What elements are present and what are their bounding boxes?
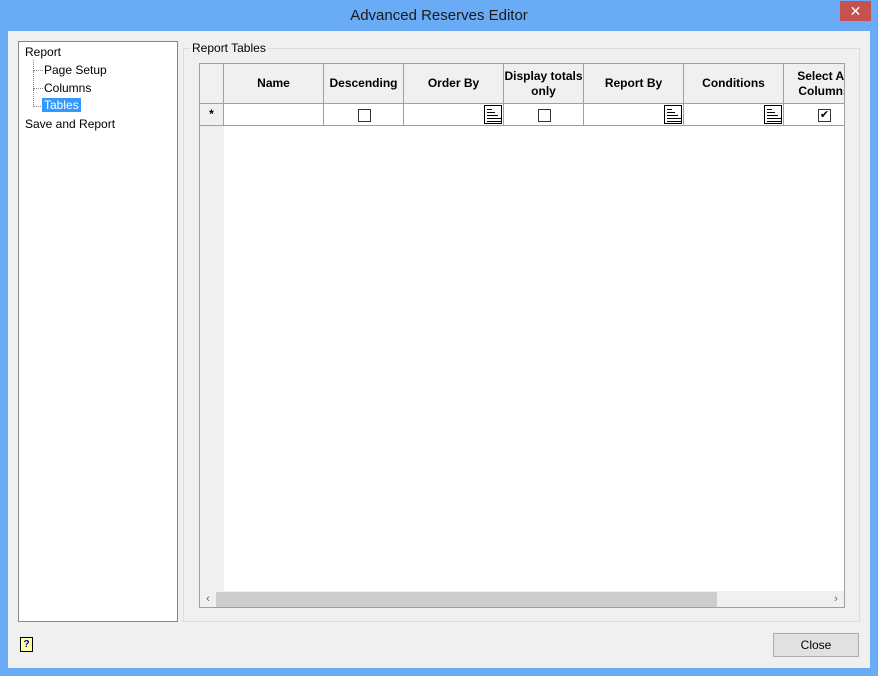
display-totals-cell xyxy=(504,104,584,126)
column-header-name[interactable]: Name xyxy=(224,64,324,104)
name-cell[interactable] xyxy=(224,104,324,126)
column-header-select-all-columns[interactable]: Select All Columns xyxy=(784,64,844,104)
report-by-cell[interactable] xyxy=(584,104,684,126)
descending-checkbox[interactable] xyxy=(357,109,371,122)
group-title: Report Tables xyxy=(190,41,268,55)
list-editor-icon[interactable] xyxy=(664,105,682,124)
tree-line xyxy=(33,71,43,89)
conditions-cell[interactable] xyxy=(684,104,784,126)
column-header-report-by[interactable]: Report By xyxy=(584,64,684,104)
title-bar: Advanced Reserves Editor xyxy=(350,7,528,24)
corner-header xyxy=(200,64,224,104)
tree-item-report[interactable]: Report xyxy=(25,45,61,59)
list-editor-icon[interactable] xyxy=(764,105,782,124)
horizontal-scrollbar[interactable]: ‹ › xyxy=(200,591,844,607)
scroll-left-button[interactable]: ‹ xyxy=(200,591,216,607)
descending-cell xyxy=(324,104,404,126)
tree-item-columns[interactable]: Columns xyxy=(44,81,91,95)
select-all-cell: ✔ xyxy=(784,104,844,126)
row-header-column xyxy=(200,64,224,607)
column-header-display-totals[interactable]: Display totals only xyxy=(504,64,584,104)
column-header-descending[interactable]: Descending xyxy=(324,64,404,104)
list-editor-icon[interactable] xyxy=(484,105,502,124)
column-header-order-by[interactable]: Order By xyxy=(404,64,504,104)
column-header-conditions[interactable]: Conditions xyxy=(684,64,784,104)
tree-line xyxy=(33,60,43,71)
display-totals-checkbox[interactable] xyxy=(537,109,551,122)
scrollbar-thumb[interactable] xyxy=(216,592,717,607)
tree-item-page-setup[interactable]: Page Setup xyxy=(44,63,107,77)
tree-item-tables[interactable]: Tables xyxy=(42,98,81,112)
help-icon[interactable]: ? xyxy=(20,637,33,652)
window-close-button[interactable]: ✕ xyxy=(840,1,871,21)
tree-item-save-and-report[interactable]: Save and Report xyxy=(25,117,115,131)
new-row-marker[interactable]: * xyxy=(200,104,224,126)
close-button[interactable]: Close xyxy=(773,633,859,657)
select-all-checkbox[interactable]: ✔ xyxy=(818,109,831,122)
order-by-cell[interactable] xyxy=(404,104,504,126)
scroll-right-button[interactable]: › xyxy=(828,591,844,607)
report-tables-grid: * Name Descending Order By Display total… xyxy=(199,63,845,608)
navigation-tree: Report Page Setup Columns Tables Save an… xyxy=(18,41,178,622)
